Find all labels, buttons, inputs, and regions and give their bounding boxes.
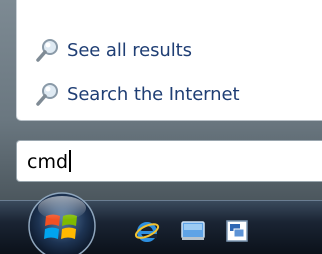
internet-explorer-icon[interactable] (134, 218, 160, 244)
start-button[interactable] (24, 188, 100, 254)
search-the-internet-label: Search the Internet (67, 83, 240, 105)
show-desktop-icon[interactable] (180, 218, 206, 244)
switch-windows-icon[interactable] (224, 218, 250, 244)
search-icon (36, 83, 58, 106)
see-all-results-label: See all results (67, 39, 192, 61)
start-search-input[interactable]: cmd (16, 140, 322, 182)
see-all-results-link[interactable]: See all results (35, 36, 192, 64)
search-icon (36, 39, 58, 62)
search-results-panel: See all results Search the Internet (16, 0, 322, 121)
search-input-value: cmd (27, 150, 72, 173)
text-caret (69, 150, 72, 172)
search-the-internet-link[interactable]: Search the Internet (35, 80, 240, 108)
